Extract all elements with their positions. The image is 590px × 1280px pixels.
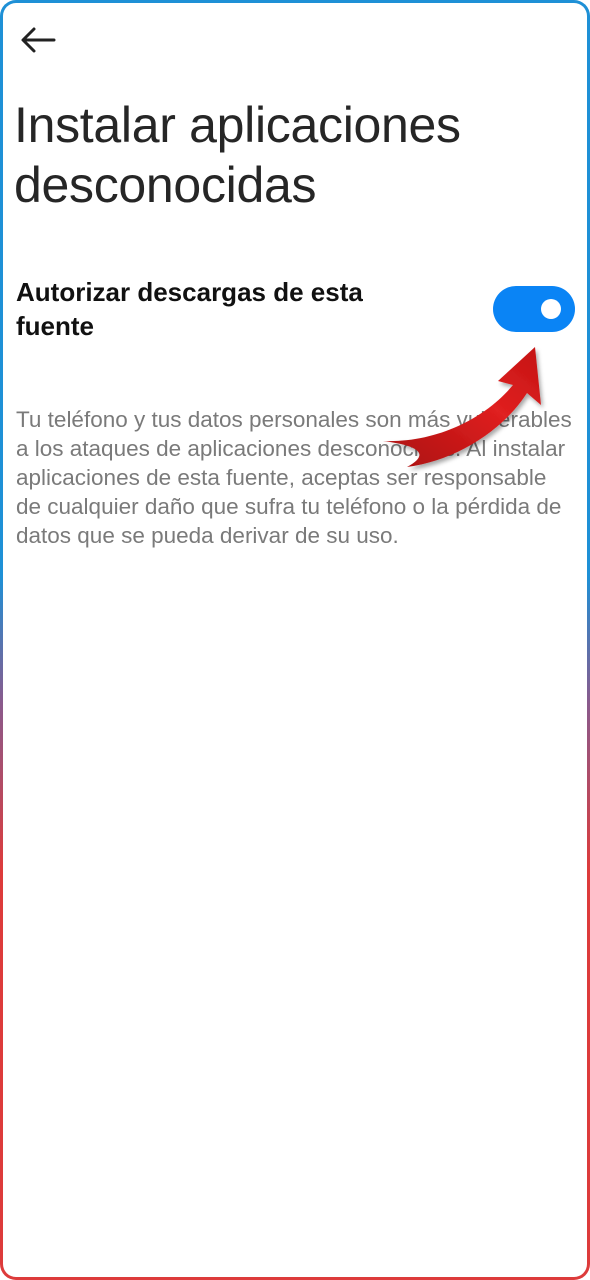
allow-source-setting-row[interactable]: Autorizar descargas de esta fuente: [3, 275, 587, 347]
allow-source-toggle[interactable]: [493, 286, 575, 332]
page-title: Instalar aplicaciones desconocidas: [14, 97, 461, 213]
setting-label: Autorizar descargas de esta fuente: [16, 277, 363, 341]
back-button[interactable]: [15, 17, 61, 63]
toggle-knob: [541, 299, 561, 319]
warning-description: Tu teléfono y tus datos personales son m…: [16, 407, 572, 548]
settings-screen: Instalar aplicaciones desconocidas Autor…: [3, 3, 587, 1277]
arrow-left-icon: [21, 27, 56, 53]
screenshot-frame: Instalar aplicaciones desconocidas Autor…: [0, 0, 590, 1280]
